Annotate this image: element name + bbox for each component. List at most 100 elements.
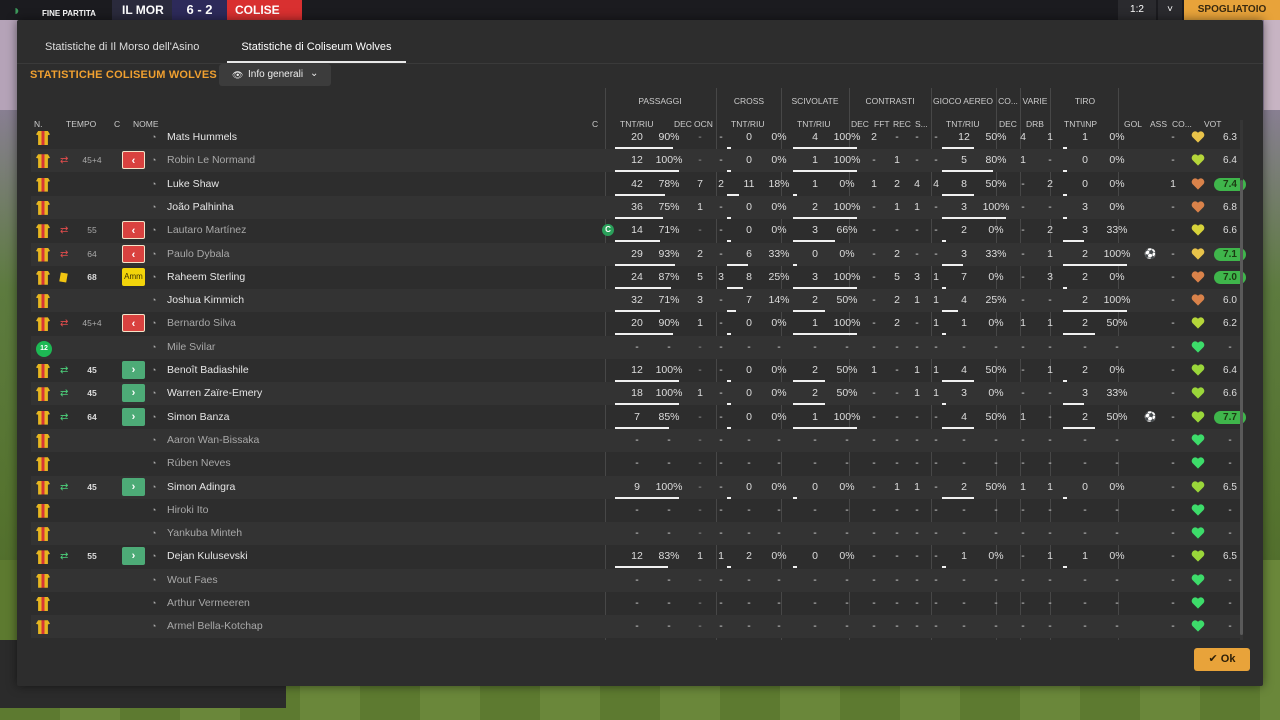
stat-contrasti: - — [934, 200, 938, 213]
sub-badge-in[interactable]: › — [122, 477, 145, 496]
condition-heart-icon — [1191, 223, 1205, 237]
chevron-down-icon[interactable]: ˅ — [1158, 0, 1182, 20]
player-name[interactable]: Wout Faes — [167, 569, 218, 592]
stat-contrasti: - — [915, 597, 919, 609]
table-row[interactable]: ◔ Joshua Kimmich 32 71% 3 - 7 14% 2 50% - 2 1 1 4 25% - -… — [31, 289, 1241, 313]
stat-pass-dec: 3 — [697, 294, 703, 307]
player-name[interactable]: Aaron Wan-Bissaka — [167, 429, 259, 452]
table-row[interactable]: ⇄ 45 › ◔ Benoît Badiashile 12 100% - -0 0% 2 50% 1-1… — [31, 359, 1241, 382]
condition-heart-icon — [1191, 526, 1205, 540]
tab-home-stats[interactable]: Statistiche di Il Morso dell'Asino — [31, 20, 213, 63]
player-name[interactable]: Paulo Dybala — [167, 243, 229, 266]
player-name[interactable]: João Palhinha — [167, 196, 234, 219]
table-row[interactable]: ◔ Arthur Vermeeren - - - - - - - - - - - - - - - - - - - - — [31, 592, 1241, 615]
stat-tiro-tnt: - — [1083, 433, 1087, 446]
table-row[interactable]: ◔ Mats Hummels 20 90% - - 0 0% 4 100% 2 - - - 12 50% 4 1 1… — [31, 126, 1241, 149]
stat-contrasti: 1 — [894, 480, 900, 493]
table-row[interactable]: ◔ Rúben Neves - - - - - - - - - - - - - - - - - - - - — [31, 452, 1241, 475]
stat-aereo-tnt: 4 — [961, 410, 967, 423]
table-row[interactable]: ◔ João Palhinha 36 75% 1-0 0% 2 100% -1 1-3 100% - -… — [31, 195, 1241, 219]
ok-button[interactable]: ✔ Ok — [1194, 648, 1250, 671]
sub-badge-amm[interactable]: Amm — [122, 267, 145, 286]
person-icon: ◔ — [151, 132, 157, 142]
group-contrasti[interactable]: CONTRASTI — [850, 95, 930, 107]
table-row[interactable]: ⇄ 55 ‹ ◔ Lautaro Martínez C 14 71% - - 0 0% 3 66% - - - -… — [31, 219, 1241, 243]
player-name[interactable]: Simon Adingra — [167, 476, 235, 499]
table-row[interactable]: ⇄ 45 › ◔ Warren Zaïre-Emery 18 100% 1 - 0 0% 2 50% - -… — [31, 382, 1241, 406]
group-cross[interactable]: CROSS — [717, 95, 781, 107]
tab-away-stats[interactable]: Statistiche di Coliseum Wolves — [227, 20, 406, 63]
table-row[interactable]: ⇄ 64 › ◔ Simon Banza 7 85% - -0 0% 1 100% - - - -4 50% 1-… — [31, 406, 1246, 429]
group-varie[interactable]: VARIE — [1021, 95, 1049, 107]
table-row[interactable]: ◔ Luke Shaw 42 78% 7 2 11 18% 1 0% 1 2 4 4 8 50% -2 0 0% 1 7… — [31, 173, 1246, 196]
group-tiro[interactable]: TIRO — [1051, 95, 1119, 107]
table-row[interactable]: ⇄ 45+4 ‹ ◔ Robin Le Normand 12 100% - -0 0% 1 100% -… — [31, 149, 1241, 173]
stat-co-dec: - — [1021, 527, 1025, 540]
player-name[interactable]: Mile Svilar — [167, 336, 215, 359]
table-row[interactable]: ◔ Yankuba Minteh - - - - - - - - - - - - - - - - - - - - — [31, 522, 1241, 546]
player-name[interactable]: Simon Banza — [167, 406, 229, 429]
sub-badge-out[interactable]: ‹ — [122, 244, 145, 263]
group-passaggi[interactable]: PASSAGGI — [605, 95, 715, 107]
sub-badge-out[interactable]: ‹ — [122, 221, 145, 240]
sub-badge-in[interactable]: › — [122, 361, 145, 379]
player-name[interactable]: Arthur Vermeeren — [167, 592, 250, 615]
stat-aereo-riu: - — [994, 573, 998, 586]
table-row[interactable]: ⇄ 45 › ◔ Simon Adingra 9 100% - -0 0% 0 0% -1 1-2 50% 1… — [31, 475, 1241, 499]
table-row[interactable]: ⇄ 64 ‹ ◔ Paulo Dybala 29 93% 2 - 6 33% 0 0% - 2 - - 3 33% -… — [31, 242, 1246, 266]
player-name[interactable]: Hiroki Ito — [167, 499, 208, 522]
table-row[interactable]: ◔ Wout Faes - - - - - - - - - - - - - - - - - - - - — [31, 568, 1241, 592]
stat-contrasti: 1 — [933, 294, 939, 307]
table-row[interactable]: 68 Amm ◔ Raheem Sterling 24 87% 5 3 8 25% 3 100% -5 3… — [31, 266, 1246, 289]
stat-tiro-tnt: 2 — [1082, 294, 1088, 307]
sub-badge-out[interactable]: ‹ — [122, 151, 145, 170]
checkmark-icon: ✔ — [1208, 653, 1221, 665]
topbar-button-1[interactable]: 1:2 — [1118, 0, 1156, 20]
stat-sciv-tnt: 2 — [812, 387, 818, 400]
player-name[interactable]: Armel Bella-Kotchap — [167, 615, 263, 638]
stat-sciv-riu: 0% — [839, 247, 855, 260]
player-name[interactable]: Mats Hummels — [167, 126, 237, 149]
sub-badge-in[interactable]: › — [122, 547, 145, 566]
player-name[interactable]: Joshua Kimmich — [167, 289, 244, 312]
player-name[interactable]: Raheem Sterling — [167, 266, 245, 289]
stat-tiro-riu: 0% — [1109, 270, 1125, 283]
view-dropdown[interactable]: 👁 Info generali ⌄ — [219, 64, 331, 86]
scrollbar-thumb[interactable] — [1240, 180, 1243, 635]
player-name[interactable]: Robin Le Normand — [167, 149, 255, 172]
dressing-room-button[interactable]: SPOGLIATOIO — [1184, 0, 1280, 20]
sub-badge-in[interactable]: › — [122, 407, 145, 426]
person-icon: ◔ — [151, 341, 157, 352]
table-row[interactable]: ⇄ 55 › ◔ Dejan Kulusevski 12 83% 1 1 2 0% 0 0% - - - -1 0… — [31, 545, 1241, 569]
player-name[interactable]: Yankuba Minteh — [167, 522, 242, 545]
player-name[interactable]: Benoît Badiashile — [167, 359, 249, 382]
table-row[interactable]: ◔ Hiroki Ito - - - - - - - - - - - - - - - - - - - - — [31, 499, 1241, 522]
condition-heart-icon — [1191, 573, 1205, 587]
table-row[interactable]: 12 ◔ Mile Svilar - - - - - - - - - - - - - - - - - - - - — [31, 335, 1241, 359]
group-gioco-aereo[interactable]: GIOCO AEREO — [932, 95, 994, 107]
player-name[interactable]: Warren Zaïre-Emery — [167, 382, 262, 405]
group-co[interactable]: CO... — [997, 95, 1019, 107]
table-row[interactable]: ◔ Aaron Wan-Bissaka - - - - - - - - - - - - - - - - - - - - — [31, 428, 1241, 452]
player-name[interactable]: Luke Shaw — [167, 173, 219, 196]
stat-cross-tnt: 2 — [746, 550, 752, 563]
group-scivolate[interactable]: SCIVOLATE — [782, 95, 848, 107]
table-row[interactable]: ◔ Armel Bella-Kotchap - - - - - - - - - - - - - - - - - - - - — [31, 615, 1241, 639]
sub-badge-out[interactable]: ‹ — [122, 314, 145, 333]
player-name[interactable]: Lautaro Martínez — [167, 219, 246, 242]
shirt-icon — [36, 294, 50, 309]
player-name[interactable]: Bernardo Silva — [167, 312, 236, 335]
stat-pass-dec: - — [698, 573, 702, 586]
stat-pass-ocn: - — [719, 224, 723, 237]
person-icon: ◔ — [151, 598, 157, 608]
stat-ass: - — [1171, 550, 1175, 563]
sub-badge-in[interactable]: › — [122, 384, 145, 403]
table-row[interactable]: ⇄ 45+4 ‹ ◔ Bernardo Silva 20 90% 1-0 0% 1 100% -2-1… — [31, 312, 1241, 336]
player-name[interactable]: Rúben Neves — [167, 452, 231, 475]
shirt-number — [36, 410, 52, 427]
player-name[interactable]: Dejan Kulusevski — [167, 545, 248, 568]
condition-heart-icon — [1191, 340, 1205, 354]
stat-pass-riu: 93% — [658, 247, 680, 260]
stat-pass-riu: 100% — [655, 480, 683, 493]
match-topbar: ◗ FINE PARTITA IL MOR 6 - 2 COLISE 1:2 ˅… — [0, 0, 1280, 20]
